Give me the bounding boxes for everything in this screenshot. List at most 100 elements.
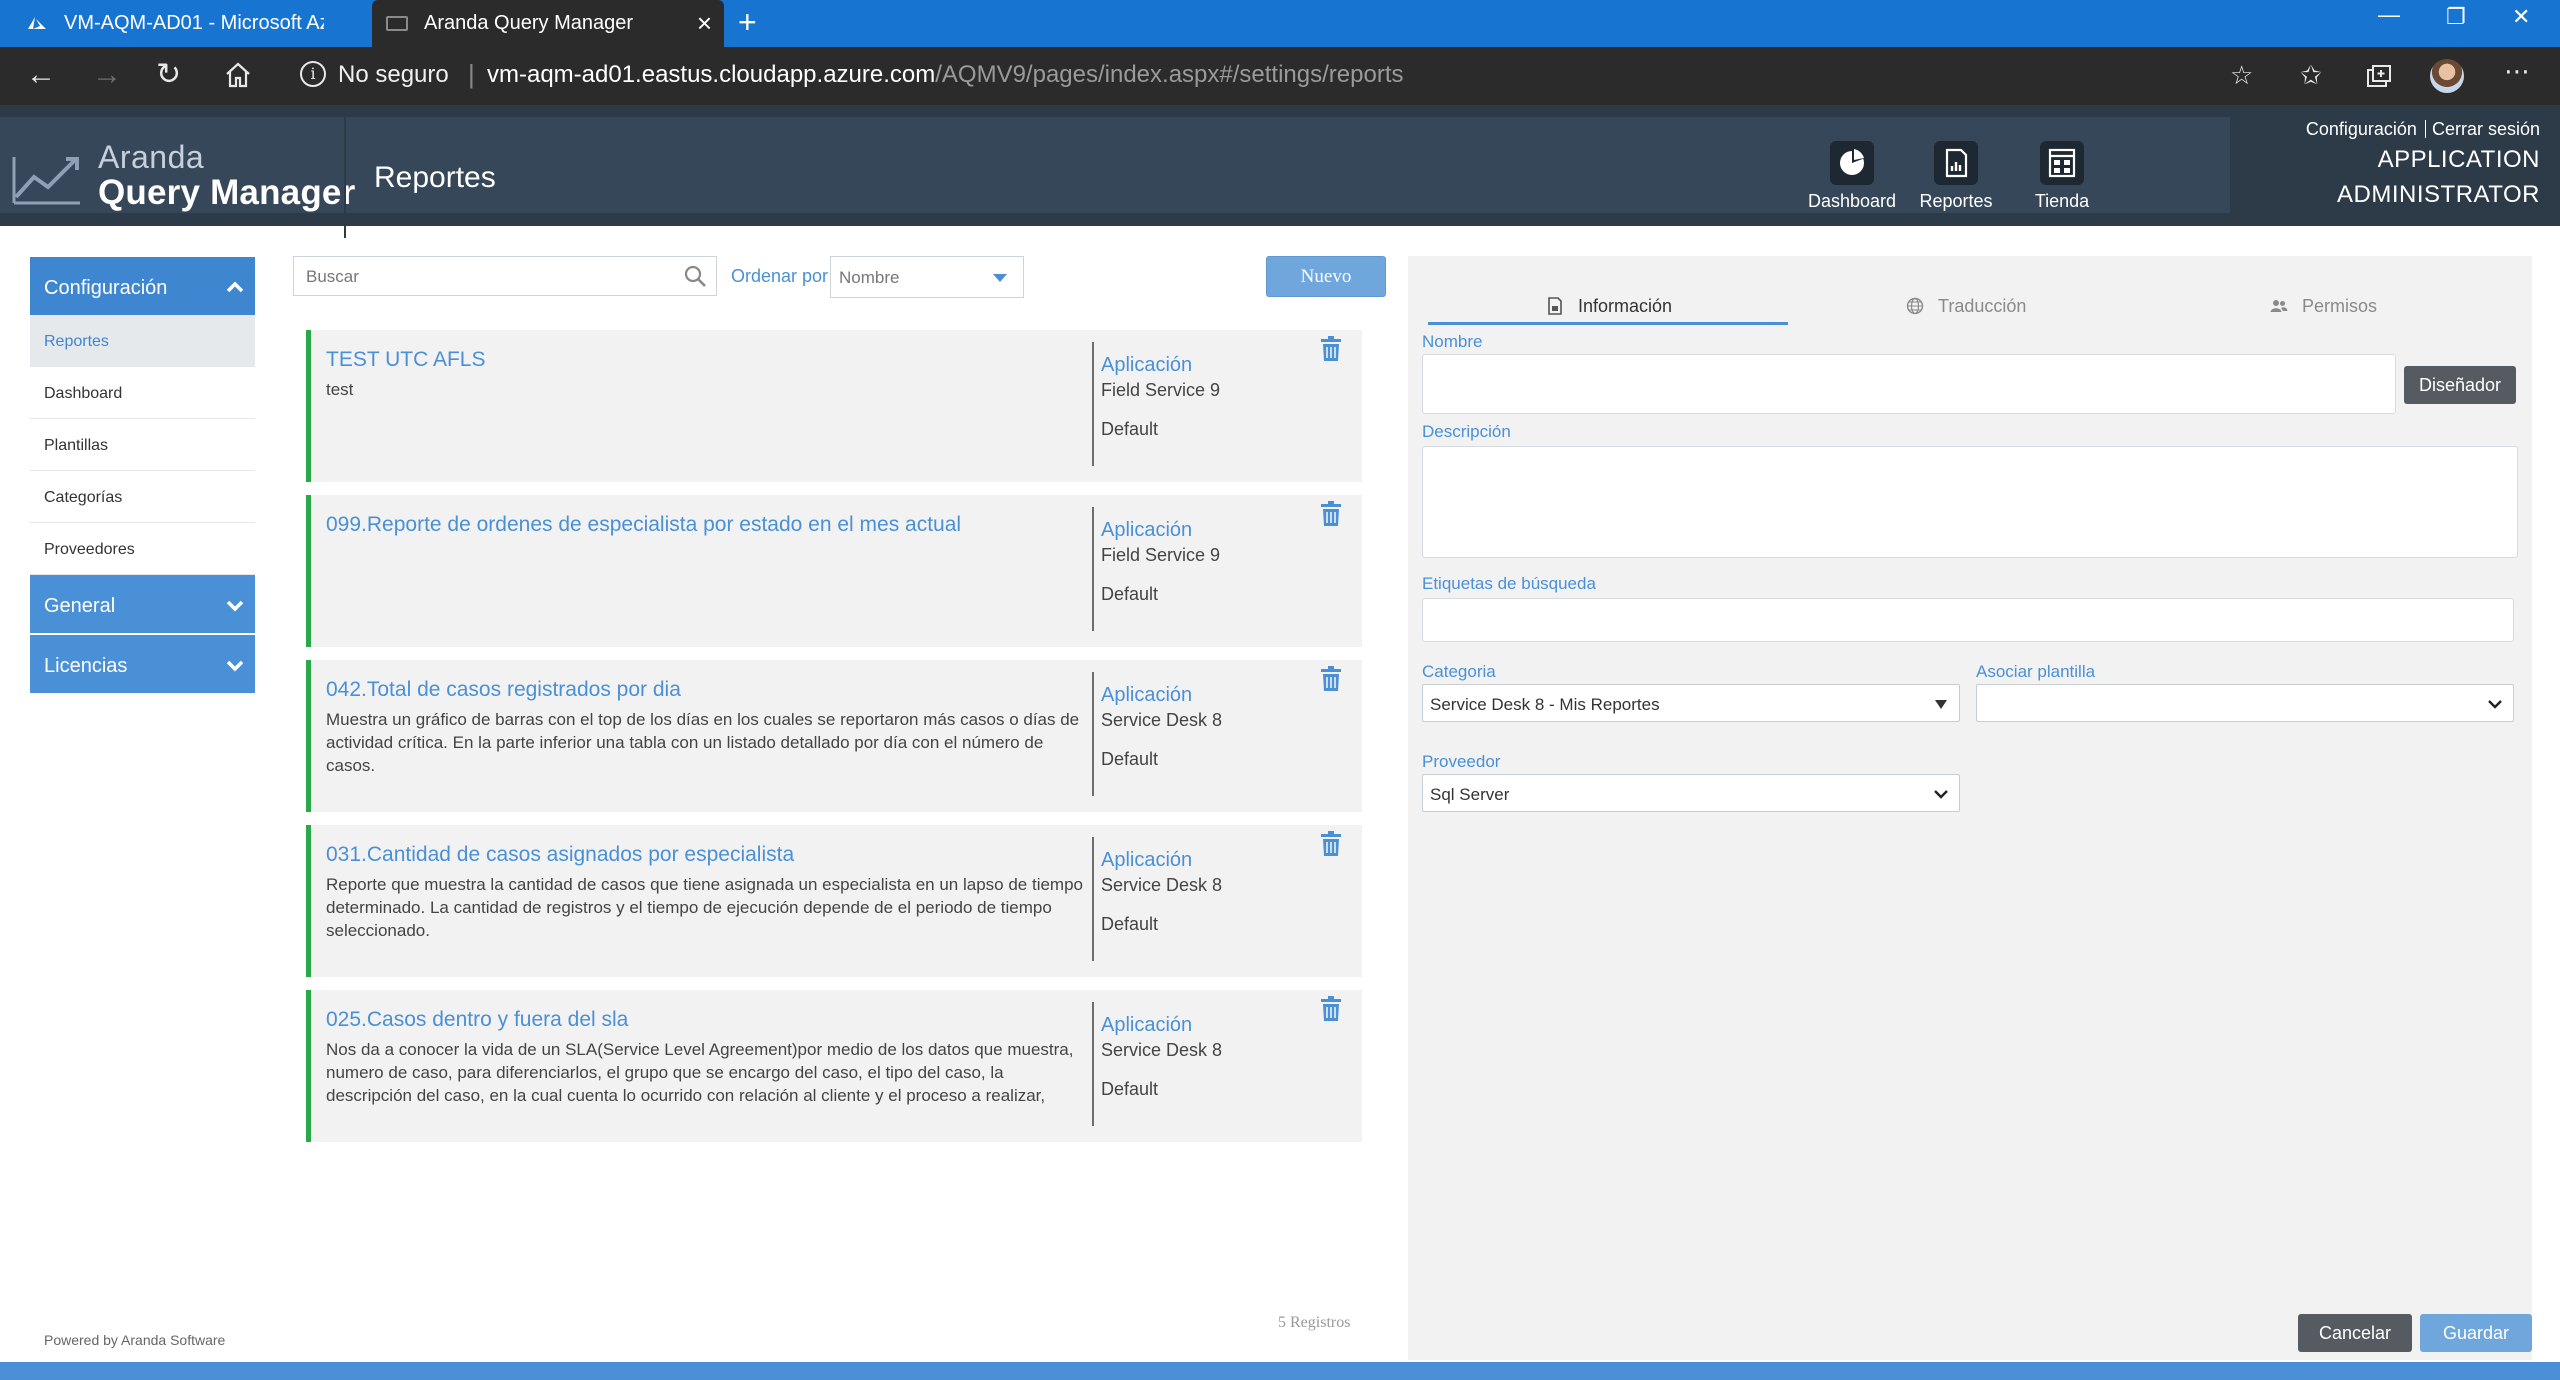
- users-icon: [2270, 300, 2288, 312]
- sidebar-item-categorias[interactable]: Categorías: [30, 471, 255, 523]
- descripcion-label: Descripción: [1422, 422, 1511, 441]
- report-title[interactable]: 025.Casos dentro y fuera del sla: [326, 1008, 628, 1032]
- minimize-icon[interactable]: —: [2378, 2, 2400, 28]
- security-label[interactable]: No seguro: [338, 61, 449, 89]
- user-name-line2: ADMINISTRATOR: [2337, 181, 2540, 208]
- forward-icon[interactable]: →: [92, 59, 122, 91]
- report-card[interactable]: 042.Total de casos registrados por dia M…: [306, 660, 1362, 812]
- close-tab-icon[interactable]: ×: [697, 10, 712, 36]
- sidebar-section-label: Licencias: [44, 655, 128, 677]
- browser-tab-aranda[interactable]: Aranda Query Manager ×: [372, 0, 724, 47]
- search-input[interactable]: Buscar: [293, 256, 717, 296]
- tab-informacion[interactable]: Información: [1546, 288, 1672, 324]
- records-count: 5 Registros: [1278, 1314, 1351, 1331]
- nav-store-label: Tienda: [2034, 191, 2090, 211]
- logout-link[interactable]: Cerrar sesión: [2432, 119, 2540, 139]
- trash-icon[interactable]: [1319, 831, 1343, 857]
- star-icon[interactable]: ☆: [2230, 61, 2253, 89]
- back-icon[interactable]: ←: [26, 59, 56, 91]
- proveedor-value: Sql Server: [1430, 785, 1510, 804]
- categoria-select[interactable]: Service Desk 8 - Mis Reportes: [1422, 684, 1960, 722]
- tab-permisos[interactable]: Permisos: [2270, 288, 2377, 324]
- link-separator: [2424, 120, 2426, 138]
- report-title[interactable]: 042.Total de casos registrados por dia: [326, 678, 681, 702]
- close-window-icon[interactable]: ✕: [2512, 4, 2530, 30]
- logo-divider: [344, 117, 346, 238]
- plantilla-label: Asociar plantilla: [1976, 662, 2096, 681]
- report-provider: Default: [1101, 749, 1159, 769]
- logo-chart-icon: [12, 157, 80, 205]
- report-title[interactable]: 099.Reporte de ordenes de especialista p…: [326, 513, 961, 537]
- trash-icon[interactable]: [1319, 501, 1343, 527]
- new-tab-button[interactable]: +: [738, 6, 757, 38]
- reports-document-icon: [1934, 141, 1978, 185]
- refresh-icon[interactable]: ↻: [156, 59, 181, 91]
- report-app: Field Service 9: [1101, 545, 1221, 565]
- report-title[interactable]: TEST UTC AFLS: [326, 348, 485, 372]
- profile-avatar[interactable]: [2430, 59, 2464, 93]
- proveedor-select[interactable]: Sql Server: [1422, 774, 1960, 812]
- globe-icon: [1906, 297, 1924, 315]
- url-field[interactable]: vm-aqm-ad01.eastus.cloudapp.azure.com/AQ…: [487, 61, 1403, 89]
- plantilla-select[interactable]: [1976, 684, 2514, 722]
- store-icon: [2040, 141, 2084, 185]
- report-card[interactable]: 025.Casos dentro y fuera del sla Nos da …: [306, 990, 1362, 1142]
- descripcion-textarea[interactable]: [1422, 446, 2518, 558]
- card-divider: [1092, 1002, 1094, 1126]
- document-icon: [1548, 297, 1562, 315]
- browser-tab-azure[interactable]: VM-AQM-AD01 - Microsoft Azure: [0, 0, 370, 47]
- sidebar-section-licencias[interactable]: Licencias: [30, 635, 255, 693]
- tab-traduccion[interactable]: Traducción: [1906, 288, 2026, 324]
- chevron-down-icon: [226, 660, 244, 672]
- report-card[interactable]: 099.Reporte de ordenes de especialista p…: [306, 495, 1362, 647]
- browser-address-bar: ← → ↻ i No seguro | vm-aqm-ad01.eastus.c…: [0, 47, 2560, 105]
- etiquetas-input[interactable]: [1422, 598, 2514, 642]
- nombre-label: Nombre: [1422, 332, 1483, 351]
- designer-button[interactable]: Diseñador: [2404, 366, 2516, 404]
- favorites-icon[interactable]: ✩: [2300, 61, 2322, 89]
- new-report-button[interactable]: Nuevo: [1266, 256, 1386, 297]
- nav-reports-button[interactable]: Reportes: [1910, 141, 2002, 212]
- browser-tab-bar: VM-AQM-AD01 - Microsoft Azure Aranda Que…: [0, 0, 2560, 47]
- config-link[interactable]: Configuración: [2306, 119, 2417, 139]
- nav-store-button[interactable]: Tienda: [2016, 141, 2108, 212]
- tab-label: Permisos: [2302, 295, 2378, 316]
- order-by-select[interactable]: Nombre: [830, 256, 1024, 298]
- nav-dashboard-button[interactable]: Dashboard: [1806, 141, 1898, 212]
- logo-aranda-text: Aranda: [98, 139, 205, 175]
- trash-icon[interactable]: [1319, 336, 1343, 362]
- caret-down-icon: [993, 274, 1007, 282]
- trash-icon[interactable]: [1319, 996, 1343, 1022]
- search-placeholder: Buscar: [306, 267, 359, 286]
- sidebar-item-dashboard[interactable]: Dashboard: [30, 367, 255, 419]
- report-title[interactable]: 031.Cantidad de casos asignados por espe…: [326, 843, 794, 867]
- report-card[interactable]: 031.Cantidad de casos asignados por espe…: [306, 825, 1362, 977]
- more-icon[interactable]: ⋯: [2504, 57, 2530, 85]
- sidebar-item-reportes[interactable]: Reportes: [30, 315, 255, 367]
- search-icon[interactable]: [682, 263, 708, 289]
- trash-icon[interactable]: [1319, 666, 1343, 692]
- report-provider: Default: [1101, 419, 1159, 439]
- sidebar-section-general[interactable]: General: [30, 575, 255, 633]
- home-icon[interactable]: [224, 62, 252, 88]
- powered-by-text: Powered by Aranda Software: [44, 1332, 226, 1348]
- sidebar-item-proveedores[interactable]: Proveedores: [30, 523, 255, 575]
- sidebar-section-configuracion[interactable]: Configuración: [30, 257, 255, 315]
- url-host: vm-aqm-ad01.eastus.cloudapp.azure.com: [487, 61, 936, 88]
- nombre-input[interactable]: [1422, 354, 2396, 414]
- header-links: Configuración Cerrar sesión: [2306, 119, 2540, 140]
- restore-icon[interactable]: ❐: [2446, 4, 2466, 30]
- collections-icon[interactable]: [2366, 64, 2392, 88]
- dashboard-pie-icon: [1830, 141, 1874, 185]
- cancel-button[interactable]: Cancelar: [2298, 1314, 2412, 1352]
- page-title: Reportes: [374, 161, 496, 194]
- report-card[interactable]: TEST UTC AFLS test Aplicación Field Serv…: [306, 330, 1362, 482]
- sidebar-section-label: General: [44, 595, 116, 617]
- report-app: Service Desk 8: [1101, 1040, 1223, 1060]
- info-icon[interactable]: i: [300, 61, 326, 87]
- save-button[interactable]: Guardar: [2420, 1314, 2532, 1352]
- report-app: Field Service 9: [1101, 380, 1221, 400]
- sidebar-item-plantillas[interactable]: Plantillas: [30, 419, 255, 471]
- logo-product-text: Query Manager: [98, 173, 356, 212]
- nav-dashboard-label: Dashboard: [1807, 191, 1897, 211]
